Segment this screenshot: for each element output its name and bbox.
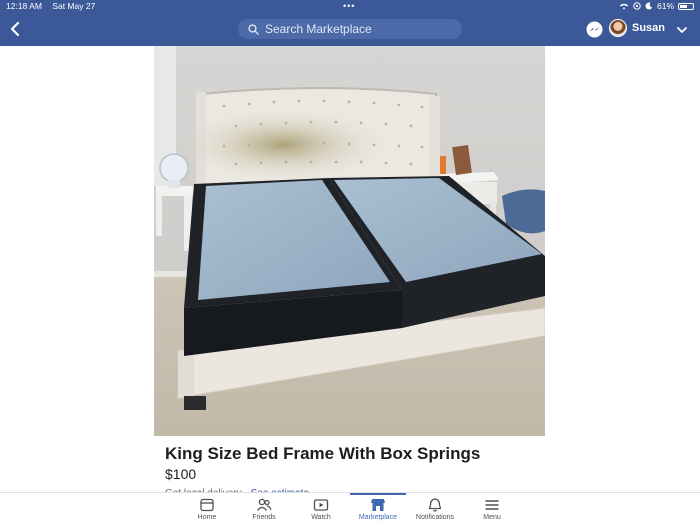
status-right: 61% [619, 1, 694, 11]
bed-photo-illustration [154, 46, 545, 436]
watch-icon [313, 499, 329, 511]
menu-icon [485, 500, 499, 510]
nav-home-label: Home [197, 514, 217, 521]
nav-watch[interactable]: Watch [293, 495, 349, 525]
friends-icon [256, 498, 272, 511]
profile-button[interactable]: Susan [609, 19, 665, 37]
status-bar: 12:18 AM Sat May 27 ••• 61% [0, 0, 700, 12]
profile-name: Susan [632, 22, 666, 34]
nav-menu-label: Menu [483, 514, 501, 521]
listing-photo[interactable] [154, 46, 545, 436]
chevron-down-icon [677, 27, 687, 33]
nav-marketplace-label: Marketplace [358, 514, 398, 521]
bell-icon [428, 498, 442, 512]
account-menu-button[interactable] [676, 23, 688, 35]
nav-friends[interactable]: Friends [236, 495, 292, 525]
messenger-button[interactable] [586, 21, 603, 38]
search-input[interactable] [265, 22, 455, 36]
search-icon [248, 23, 259, 35]
nav-notifications[interactable]: Notifications [407, 495, 463, 525]
nav-notifications-label: Notifications [415, 514, 455, 521]
nav-watch-label: Watch [311, 514, 331, 521]
battery-icon [678, 2, 694, 10]
marketplace-icon [371, 499, 385, 511]
bottom-nav: Home Friends Watch Marketplace Notificat… [0, 492, 700, 525]
nav-home[interactable]: Home [179, 495, 235, 525]
chevron-left-icon [10, 21, 20, 37]
battery-percent: 61% [656, 1, 674, 11]
back-button[interactable] [8, 19, 24, 39]
wifi-icon [619, 3, 628, 10]
battery-fill [680, 4, 688, 8]
nav-friends-label: Friends [252, 514, 276, 521]
search-bar[interactable] [238, 19, 462, 39]
multitask-dots[interactable]: ••• [343, 1, 355, 11]
status-left: 12:18 AM Sat May 27 [6, 1, 103, 11]
top-bar: 12:18 AM Sat May 27 ••• 61% Susan [0, 0, 700, 46]
listing-title: King Size Bed Frame With Box Springs [165, 444, 481, 463]
moon-icon [645, 2, 653, 10]
nav-marketplace[interactable]: Marketplace [350, 495, 406, 525]
messenger-icon [586, 21, 603, 38]
status-time: 12:18 AM [6, 1, 42, 11]
orientation-lock-icon [633, 2, 641, 10]
home-icon [200, 498, 214, 512]
avatar [609, 19, 627, 37]
listing-price: $100 [165, 466, 197, 482]
nav-menu[interactable]: Menu [464, 495, 520, 525]
status-date: Sat May 27 [52, 1, 96, 11]
